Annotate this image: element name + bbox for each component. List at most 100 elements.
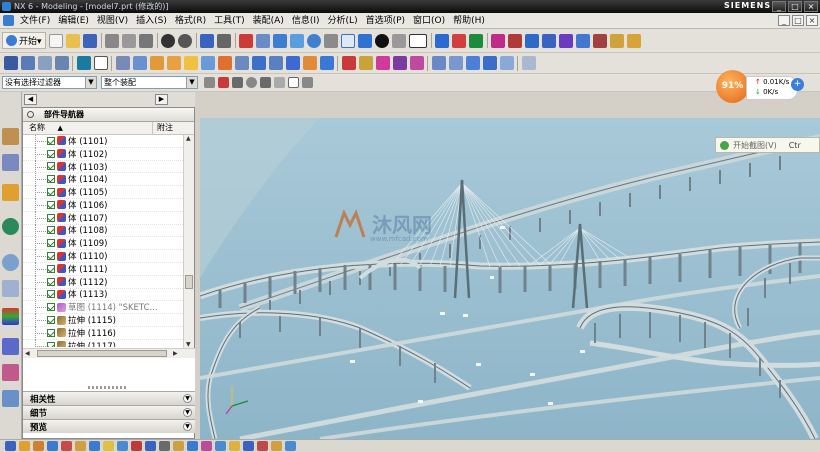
tree-row[interactable]: 拉伸 (1115) (23, 314, 183, 328)
datum-icon[interactable] (469, 33, 484, 48)
templates-icon[interactable] (2, 390, 19, 407)
select-icon[interactable] (200, 33, 215, 48)
tree-horizontal-scrollbar[interactable]: ◀ ▶ (23, 348, 195, 358)
tree-row[interactable]: 体 (1105) (23, 186, 183, 200)
visibility-checkbox[interactable] (47, 252, 55, 261)
snap-tangent-icon[interactable] (200, 441, 212, 451)
visibility-checkbox[interactable] (47, 175, 55, 184)
snap-point-icon[interactable] (435, 33, 450, 48)
visibility-checkbox[interactable] (47, 149, 55, 158)
tree-row[interactable]: 体 (1111) (23, 262, 183, 276)
edit-icon[interactable] (627, 33, 642, 48)
snap-arc-icon[interactable] (186, 441, 198, 451)
csys-icon[interactable] (452, 33, 467, 48)
scroll-down-icon[interactable]: ▼ (186, 341, 191, 348)
visibility-checkbox[interactable] (47, 277, 55, 286)
tree-row[interactable]: 体 (1107) (23, 211, 183, 225)
measure-icon[interactable] (559, 33, 574, 48)
open-folder-icon[interactable] (66, 33, 81, 48)
blend-icon[interactable] (521, 56, 536, 70)
visibility-checkbox[interactable] (47, 213, 55, 222)
visibility-checkbox[interactable] (47, 303, 55, 312)
shaded-view-icon[interactable] (341, 33, 356, 48)
screenshot-tooltip[interactable]: 开始截图(V) Ctr (715, 137, 820, 153)
snap-all-icon[interactable] (242, 441, 254, 451)
tree-row[interactable]: 体 (1106) (23, 198, 183, 212)
dependencies-section[interactable]: 相关性 ▼ (23, 391, 195, 405)
arc-curve-icon[interactable] (358, 56, 373, 70)
part-navigator-icon[interactable] (2, 184, 19, 201)
pocket-icon[interactable] (200, 56, 215, 70)
through-curves-icon[interactable] (448, 56, 463, 70)
details-section[interactable]: 细节 ▼ (23, 405, 195, 419)
visibility-checkbox[interactable] (47, 290, 55, 299)
component-icon[interactable] (76, 56, 91, 70)
tree-row[interactable]: 拉伸 (1117) (23, 339, 183, 347)
chevron-down-icon[interactable]: ▼ (183, 394, 192, 403)
cut-icon[interactable] (105, 33, 120, 48)
line-tool-icon[interactable] (508, 33, 523, 48)
tree-row[interactable]: 拉伸 (1116) (23, 326, 183, 340)
start-button[interactable]: 开始▾ (2, 32, 46, 49)
curve-rule-icon[interactable] (232, 77, 243, 88)
tree-row[interactable]: 体 (1104) (23, 173, 183, 187)
snap-intersect-icon[interactable] (60, 441, 72, 451)
arc-tool-icon[interactable] (525, 33, 540, 48)
wave-curve-icon[interactable] (392, 56, 407, 70)
visibility-checkbox[interactable] (47, 264, 55, 273)
tree-row[interactable]: 体 (1102) (23, 147, 183, 161)
filter-settings-icon[interactable] (204, 77, 215, 88)
sheet-icon[interactable] (93, 56, 108, 70)
snap-point-on-icon[interactable] (172, 441, 184, 451)
zoom-icon[interactable] (273, 33, 288, 48)
scroll-up-icon[interactable]: ▲ (186, 135, 191, 142)
tree-row[interactable]: 体 (1103) (23, 160, 183, 174)
visibility-checkbox[interactable] (47, 316, 55, 325)
undo-icon[interactable] (161, 33, 176, 48)
visibility-checkbox[interactable] (47, 226, 55, 235)
tree-vertical-scrollbar[interactable]: ▲ ▼ (183, 135, 194, 348)
snap-extra-icon[interactable] (284, 441, 296, 451)
line-curve-icon[interactable] (341, 56, 356, 70)
menu-assembly[interactable]: 装配(A) (249, 14, 288, 28)
chevron-down-icon[interactable]: ▼ (183, 408, 192, 417)
chevron-down-icon[interactable]: ▼ (183, 422, 192, 431)
background-icon[interactable] (375, 33, 390, 48)
offset-curve-icon[interactable] (409, 56, 424, 70)
tree-row[interactable]: 体 (1113) (23, 288, 183, 302)
selection-scope-select[interactable]: 整个装配 ▼ (101, 76, 198, 89)
menu-file[interactable]: 文件(F) (16, 14, 54, 28)
sweep-icon[interactable] (465, 56, 480, 70)
surface-icon[interactable] (431, 56, 446, 70)
more-selection-icon[interactable] (302, 77, 313, 88)
hole-icon[interactable] (54, 56, 69, 70)
render-style-icon[interactable] (358, 33, 373, 48)
save-icon[interactable] (83, 33, 98, 48)
menu-help[interactable]: 帮助(H) (449, 14, 489, 28)
accelerate-button[interactable]: + (791, 78, 804, 91)
nav-back-button[interactable]: ◀ (24, 94, 37, 105)
layer-icon[interactable] (409, 33, 428, 48)
snap-normal-icon[interactable] (214, 441, 226, 451)
visibility-checkbox[interactable] (47, 188, 55, 197)
properties-icon[interactable] (610, 33, 625, 48)
doc-restore-button[interactable]: □ (792, 15, 804, 26)
pan-icon[interactable] (324, 33, 339, 48)
unite-icon[interactable] (285, 56, 300, 70)
nx-menu-icon[interactable] (3, 15, 14, 26)
tree-row[interactable]: 体 (1108) (23, 224, 183, 238)
splitter-handle[interactable] (88, 386, 128, 389)
menu-insert[interactable]: 插入(S) (132, 14, 171, 28)
snap-control-icon[interactable] (46, 441, 58, 451)
menu-preferences[interactable]: 首选项(P) (362, 14, 409, 28)
snap-end-icon[interactable] (18, 441, 30, 451)
extrude-icon[interactable] (20, 56, 35, 70)
snap-existing-icon[interactable] (102, 441, 114, 451)
groove-icon[interactable] (251, 56, 266, 70)
sketch-icon[interactable] (3, 56, 18, 70)
tree-row[interactable]: 草图 (1114) "SKETC... (23, 301, 183, 315)
graphics-viewport[interactable]: 沐风网 www.mfcad.com (200, 118, 820, 439)
paste-icon[interactable] (139, 33, 154, 48)
snap-grid-icon[interactable] (228, 441, 240, 451)
snap-on-curve-icon[interactable] (116, 441, 128, 451)
